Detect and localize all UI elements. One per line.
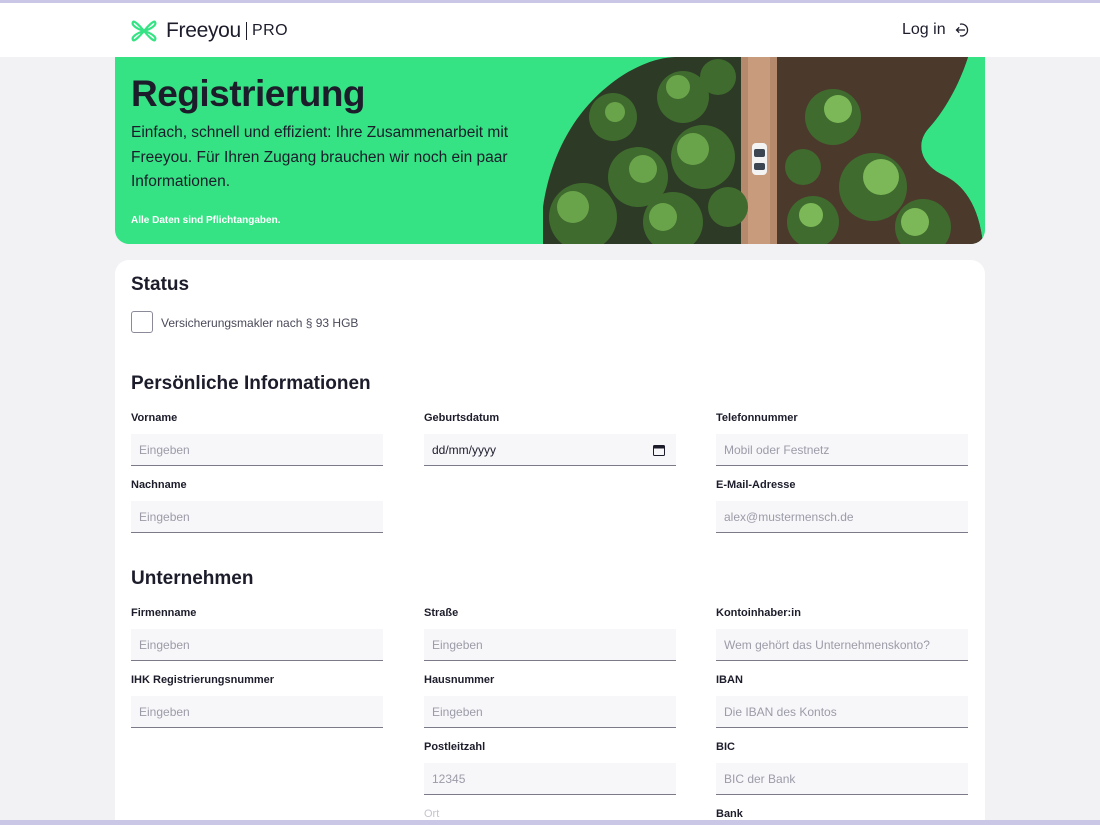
forest-road-image [543, 57, 983, 244]
hero-description: Einfach, schnell und effizient: Ihre Zus… [131, 124, 509, 190]
brand-divider [245, 22, 247, 40]
birthdate-input[interactable]: dd/mm/yyyy [424, 434, 676, 466]
registration-hero: Registrierung Einfach, schnell und effiz… [115, 57, 985, 244]
bic-input[interactable] [716, 763, 968, 795]
street-field: Straße [424, 606, 676, 661]
bic-field: BIC [716, 740, 968, 795]
birthdate-field: Geburtsdatum dd/mm/yyyy [424, 411, 676, 466]
phone-field: Telefonnummer [716, 411, 968, 466]
ihk-number-input[interactable] [131, 696, 383, 728]
broker-status-label: Versicherungsmakler nach § 93 HGB [161, 316, 359, 330]
phone-input[interactable] [716, 434, 968, 466]
bank-label: Bank [716, 808, 743, 820]
iban-field: IBAN [716, 673, 968, 728]
account-holder-input[interactable] [716, 629, 968, 661]
last-name-label: Nachname [131, 479, 187, 491]
broker-status-checkbox[interactable] [131, 311, 153, 333]
first-name-input[interactable] [131, 434, 383, 466]
birthdate-format: dd/mm/yyyy [432, 443, 497, 457]
company-section-title: Unternehmen [131, 568, 254, 589]
last-name-field: Nachname [131, 478, 383, 533]
top-header: Freeyou PRO Log in [0, 3, 1100, 57]
account-holder-field: Kontoinhaber:in [716, 606, 968, 661]
login-button[interactable]: Log in [902, 21, 970, 39]
phone-label: Telefonnummer [716, 412, 798, 424]
bank-field: Bank [716, 807, 968, 821]
city-label: Ort [424, 808, 440, 820]
personal-section-title: Persönliche Informationen [131, 373, 371, 394]
freeyou-logo-icon [131, 20, 157, 42]
street-input[interactable] [424, 629, 676, 661]
calendar-icon[interactable] [653, 444, 665, 456]
window-bottom-border [0, 820, 1100, 825]
house-number-label: Hausnummer [424, 674, 495, 686]
ihk-number-label: IHK Registrierungsnummer [131, 674, 275, 686]
bic-label: BIC [716, 741, 735, 753]
house-number-field: Hausnummer [424, 673, 676, 728]
iban-input[interactable] [716, 696, 968, 728]
postal-code-input[interactable] [424, 763, 676, 795]
company-name-label: Firmenname [131, 607, 197, 619]
company-name-field: Firmenname [131, 606, 383, 661]
login-label: Log in [902, 21, 946, 38]
account-holder-label: Kontoinhaber:in [716, 607, 801, 619]
ihk-number-field: IHK Registrierungsnummer [131, 673, 383, 728]
postal-code-label: Postleitzahl [424, 741, 486, 753]
required-fields-note: Alle Daten sind Pflichtangaben. [131, 215, 281, 226]
company-name-input[interactable] [131, 629, 383, 661]
page-title: Registrierung [131, 73, 366, 114]
brand-suffix: PRO [251, 22, 289, 39]
status-section-title: Status [131, 274, 190, 295]
postal-code-field: Postleitzahl [424, 740, 676, 795]
last-name-input[interactable] [131, 501, 383, 533]
first-name-field: Vorname [131, 411, 383, 466]
first-name-label: Vorname [131, 412, 178, 424]
email-field: E-Mail-Adresse [716, 478, 968, 533]
email-label: E-Mail-Adresse [716, 479, 796, 491]
birthdate-label: Geburtsdatum [424, 412, 500, 424]
iban-label: IBAN [716, 674, 743, 686]
street-label: Straße [424, 607, 459, 619]
email-input[interactable] [716, 501, 968, 533]
brand-name: Freeyou [166, 19, 241, 42]
registration-form: Status Versicherungsmakler nach § 93 HGB… [115, 260, 985, 825]
brand-logo[interactable]: Freeyou PRO [130, 17, 288, 45]
login-arrow-icon [955, 23, 968, 37]
house-number-input[interactable] [424, 696, 676, 728]
